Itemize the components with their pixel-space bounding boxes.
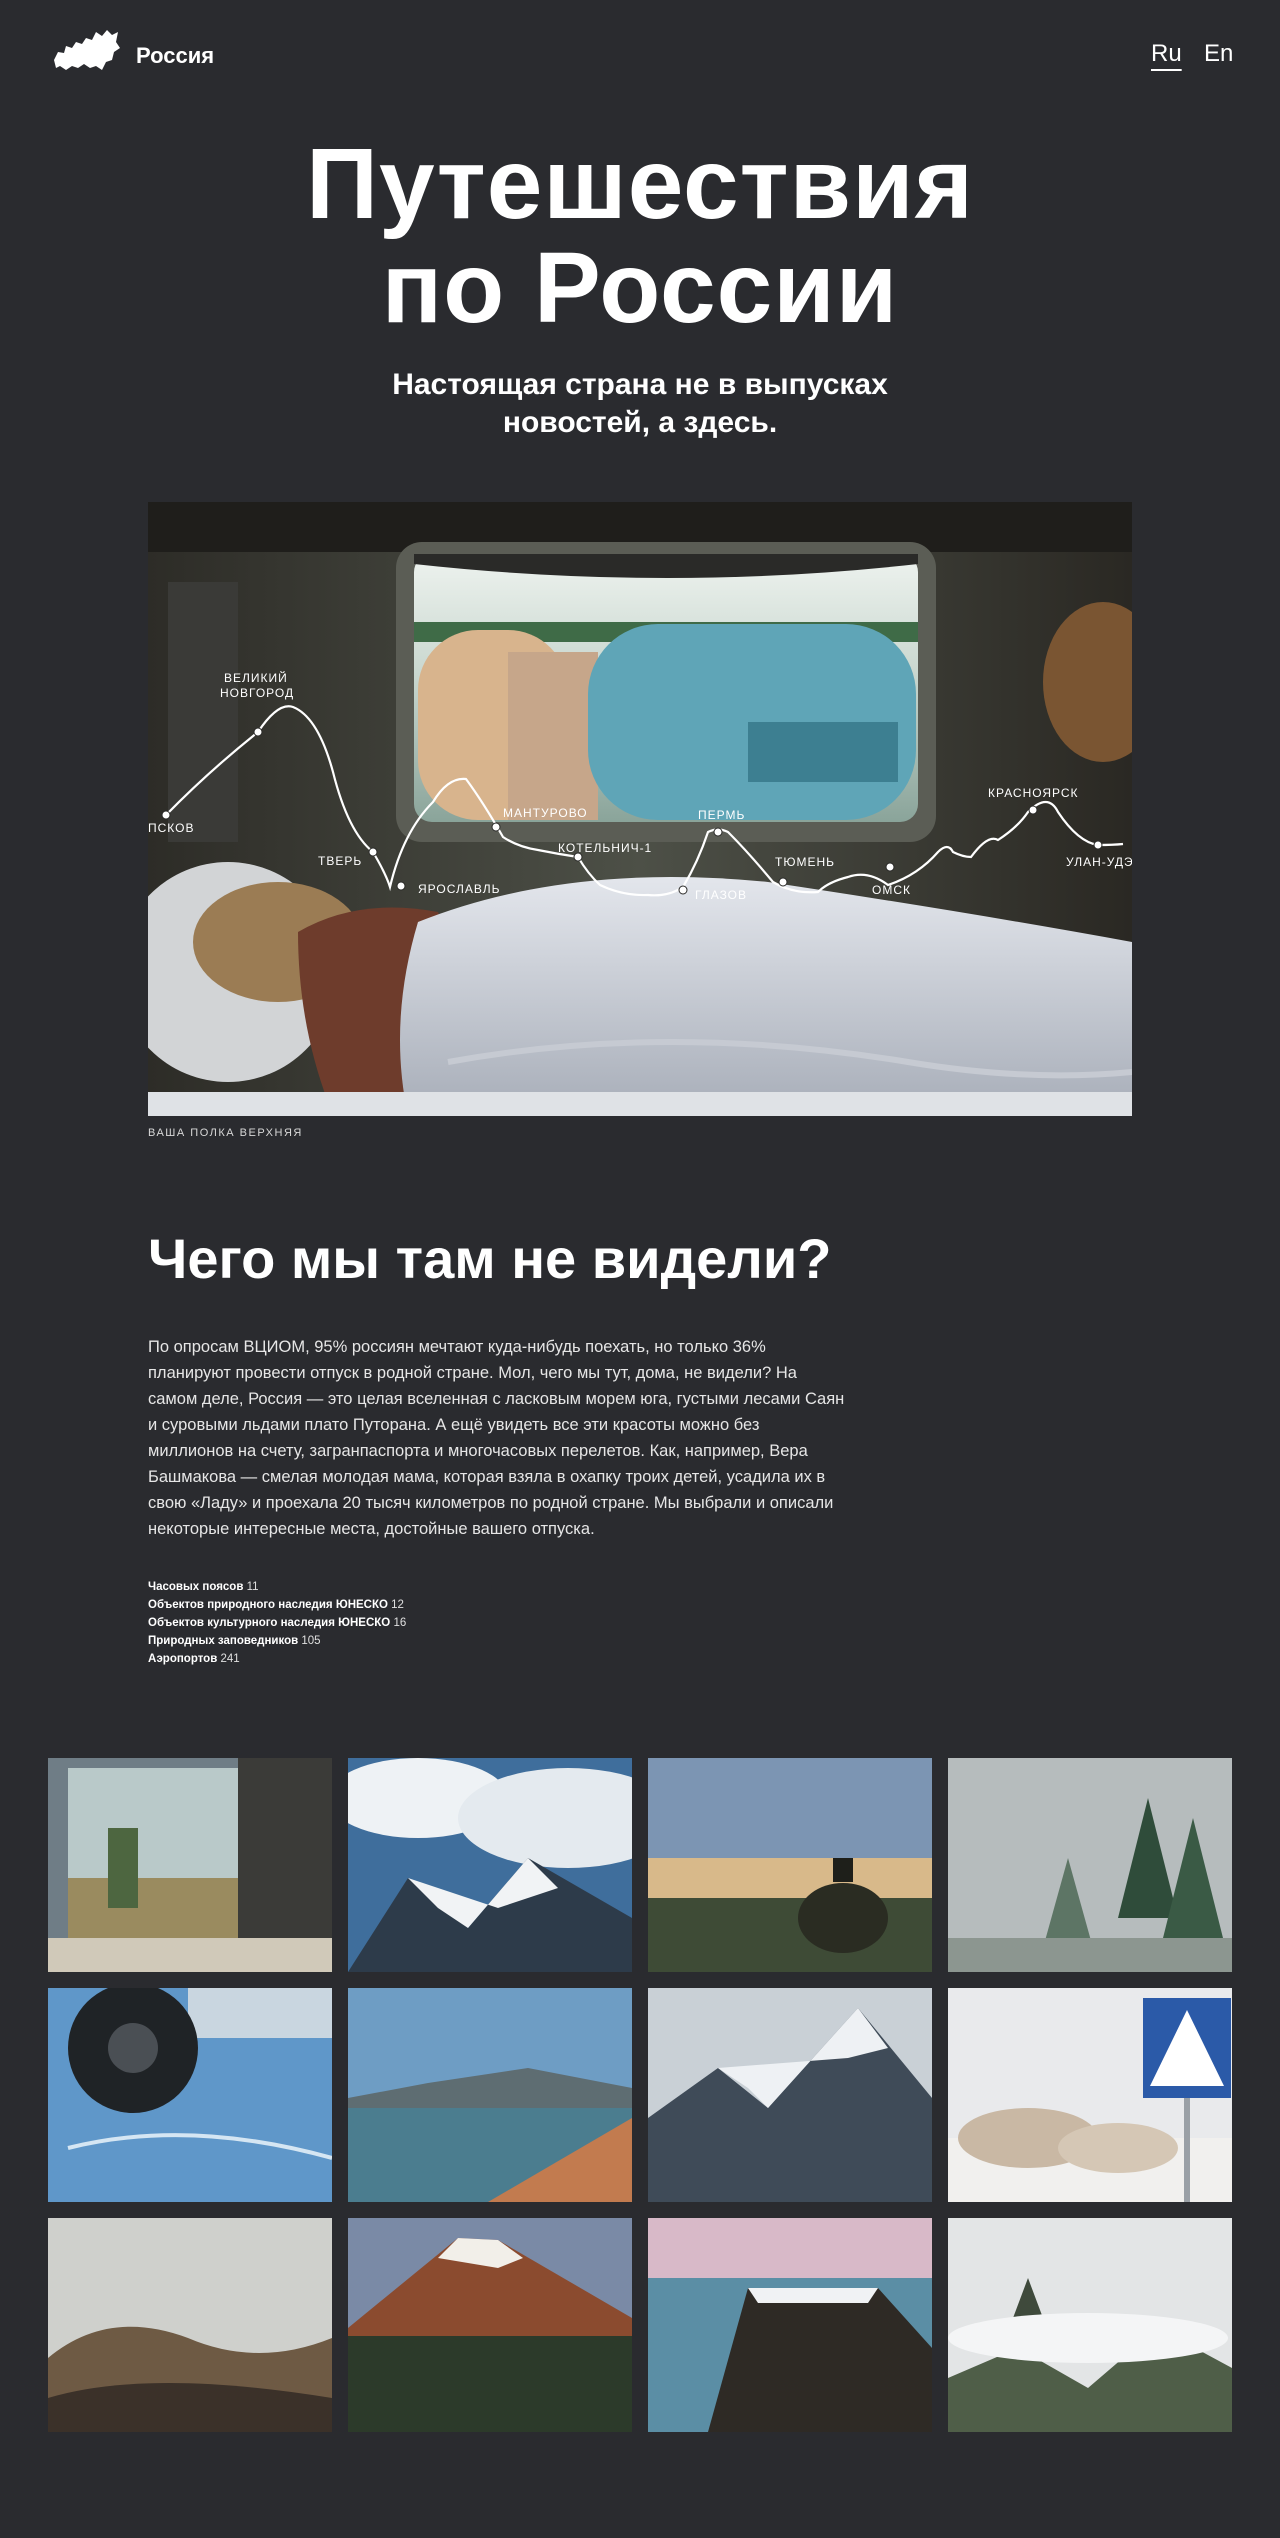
gallery-tile-train-window[interactable]: [48, 1758, 332, 1972]
gallery-tile-lake-beach[interactable]: [348, 1988, 632, 2202]
city-label-novgorod: НОВГОРОД: [220, 686, 294, 700]
city-label-manturovo: МАНТУРОВО: [503, 806, 588, 820]
stat-label: Объектов природного наследия ЮНЕСКО: [148, 1599, 388, 1611]
stats-list: Часовых поясов 11 Объектов природного на…: [148, 1578, 406, 1668]
stat-label: Аэропортов: [148, 1653, 218, 1665]
city-label-yaroslavl: ЯРОСЛАВЛЬ: [418, 882, 501, 896]
stat-value: 16: [393, 1617, 407, 1629]
city-label-ulan-ude: УЛАН-УДЭ: [1066, 855, 1132, 869]
route-point-yaroslavl: [396, 881, 406, 891]
city-label-tyumen: ТЮМЕНЬ: [775, 855, 835, 869]
stat-label: Часовых поясов: [148, 1581, 244, 1593]
city-label-omsk: ОМСК: [872, 883, 911, 897]
lang-ru-link[interactable]: Ru: [1151, 40, 1182, 68]
route-point-novgorod: [253, 727, 263, 737]
stat-item: Объектов культурного наследия ЮНЕСКО 16: [148, 1614, 406, 1632]
route-point-perm: [713, 827, 723, 837]
route-point-tver: [368, 847, 378, 857]
hero-subtitle: Настоящая страна не в выпусках новостей,…: [340, 366, 940, 442]
city-label-perm: ПЕРМЬ: [698, 808, 745, 822]
gallery-tile-snowy-peaks[interactable]: [648, 1988, 932, 2202]
gallery-tile-clouds-mountains[interactable]: [348, 1758, 632, 1972]
stat-item: Часовых поясов 11: [148, 1578, 406, 1596]
gallery-tile-foggy-forest[interactable]: [948, 1758, 1232, 1972]
gallery-tile-cliff-coast[interactable]: [648, 2218, 932, 2432]
route-point-pskov: [161, 810, 171, 820]
russia-map-logo-icon[interactable]: [52, 26, 122, 78]
stat-value: 241: [220, 1653, 240, 1665]
stat-label: Объектов культурного наследия ЮНЕСКО: [148, 1617, 391, 1629]
city-label-tver: ТВЕРЬ: [318, 854, 362, 868]
route-point-glazov: [678, 885, 688, 895]
logo-text[interactable]: Россия: [136, 43, 214, 69]
route-point-omsk: [885, 862, 895, 872]
stat-item: Аэропортов 241: [148, 1650, 406, 1668]
route-point-tyumen: [778, 877, 788, 887]
stat-item: Природных заповедников 105: [148, 1632, 406, 1650]
route-point-ulan-ude: [1093, 840, 1103, 850]
hero-title-line2: по России: [381, 232, 899, 344]
section-title: Чего мы там не видели?: [148, 1227, 832, 1290]
stat-value: 11: [246, 1581, 259, 1593]
stat-value: 12: [391, 1599, 404, 1611]
stat-item: Объектов природного наследия ЮНЕСКО 12: [148, 1596, 406, 1614]
hero-subtitle-line1: Настоящая страна не в выпусках: [392, 368, 888, 401]
gallery-tile-tetrapods-sign[interactable]: [948, 1988, 1232, 2202]
gallery-tile-volcano[interactable]: [348, 2218, 632, 2432]
route-point-manturovo: [491, 822, 501, 832]
city-label-velikiy: ВЕЛИКИЙ: [224, 670, 288, 685]
gallery-tile-foggy-hills[interactable]: [48, 2218, 332, 2432]
route-point-krasnoyarsk: [1028, 805, 1038, 815]
hero-title-line1: Путешествия: [306, 128, 974, 240]
hero-title: Путешествия по России: [0, 132, 1280, 340]
photo-illustration: ПСКОВ ВЕЛИКИЙ НОВГОРОД ТВЕРЬ ЯРОСЛАВЛЬ М…: [148, 502, 1132, 1116]
city-label-pskov: ПСКОВ: [148, 821, 194, 835]
site-header: Россия Ru En: [0, 0, 1280, 110]
city-label-glazov: ГЛАЗОВ: [695, 888, 747, 902]
stat-label: Природных заповедников: [148, 1635, 299, 1647]
gallery-tile-cloud-peaks[interactable]: [948, 2218, 1232, 2432]
stat-value: 105: [301, 1635, 321, 1647]
gallery-tile-wolf-haystack[interactable]: [648, 1758, 932, 1972]
city-label-krasnoyarsk: КРАСНОЯРСК: [988, 786, 1079, 800]
city-label-kotelnich: КОТЕЛЬНИЧ-1: [558, 841, 652, 855]
section-body: По опросам ВЦИОМ, 95% россиян мечтают ку…: [148, 1338, 845, 1538]
gallery-tile-baikal-ice-wheel[interactable]: [48, 1988, 332, 2202]
train-compartment-photo: ПСКОВ ВЕЛИКИЙ НОВГОРОД ТВЕРЬ ЯРОСЛАВЛЬ М…: [148, 502, 1132, 1116]
lang-en-link[interactable]: En: [1204, 40, 1233, 68]
hero-subtitle-line2: новостей, а здесь.: [502, 406, 778, 439]
photo-caption: ВАША ПОЛКА ВЕРХНЯЯ: [148, 1127, 303, 1139]
